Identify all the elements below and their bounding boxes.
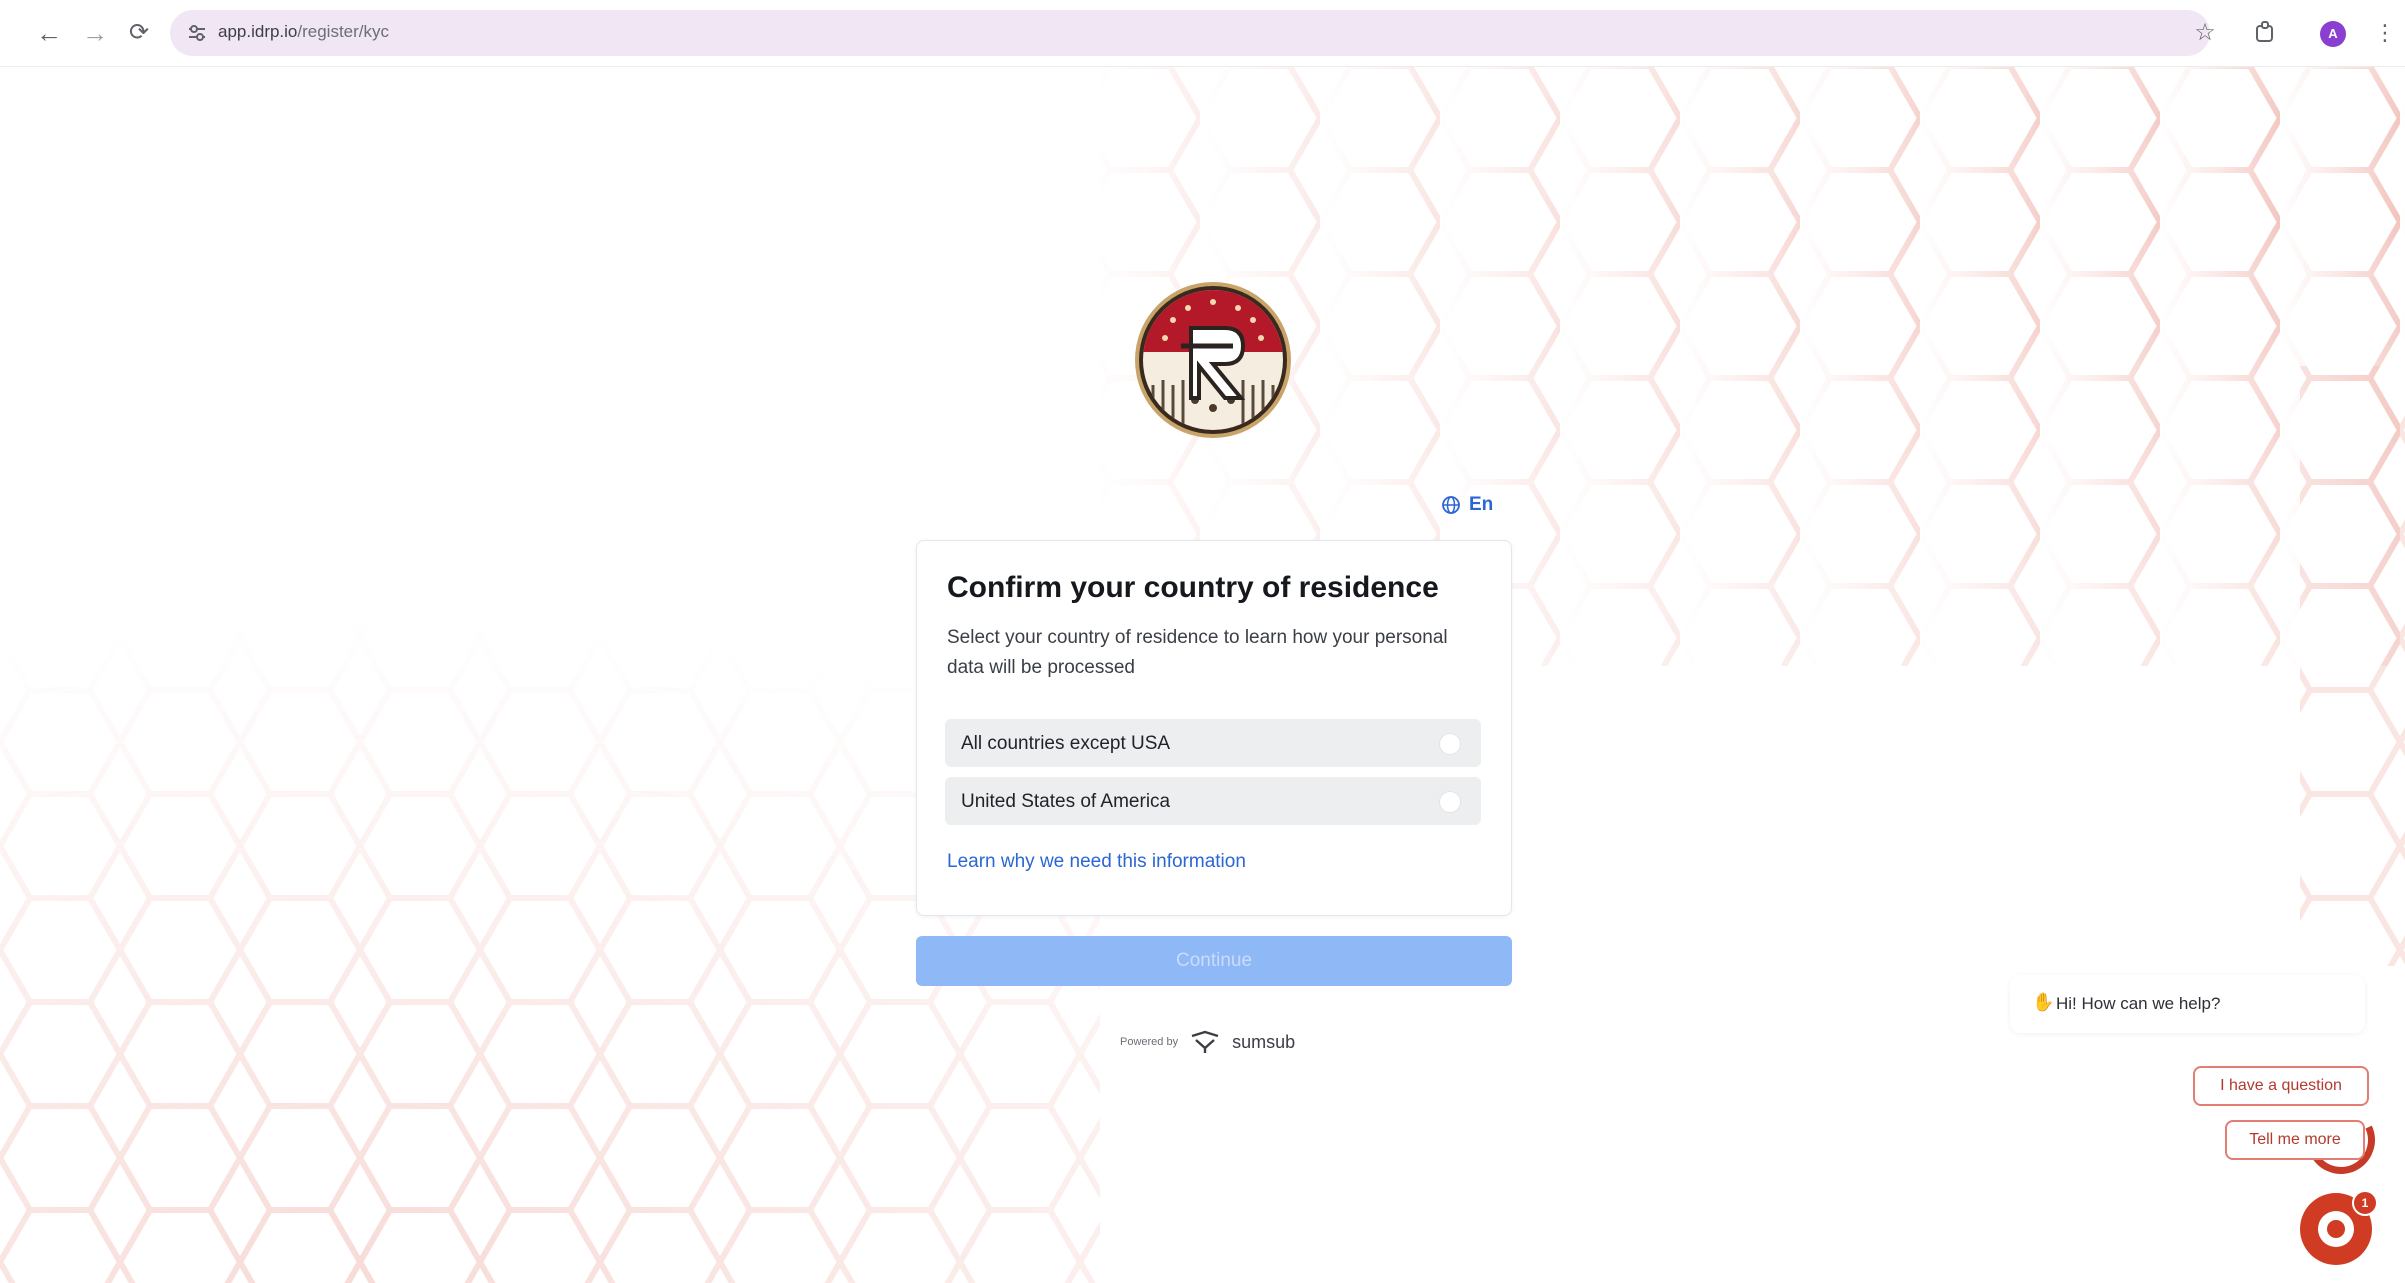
powered-by-text: Powered by [1120, 1036, 1179, 1048]
radio-button[interactable] [1439, 791, 1461, 813]
sumsub-logo-icon [1191, 1030, 1219, 1053]
language-label: En [1469, 494, 1494, 515]
chat-chip-question[interactable]: I have a question [2193, 1066, 2369, 1106]
chat-chip-tell-more[interactable]: Tell me more [2225, 1120, 2365, 1160]
url-path: /register/kyc [297, 22, 390, 41]
option-all-countries[interactable]: All countries except USA [945, 719, 1481, 767]
url-text: app.idrp.io/register/kyc [218, 22, 389, 42]
brand-name: sumsub [1232, 1031, 1296, 1052]
waving-hand-icon: ✋ [2032, 992, 2055, 1012]
learn-why-link[interactable]: Learn why we need this information [947, 851, 1246, 873]
address-bar[interactable]: app.idrp.io/register/kyc [170, 10, 2210, 56]
extensions-icon[interactable] [2250, 18, 2280, 48]
option-label: United States of America [961, 791, 1171, 812]
bookmark-star-icon[interactable]: ☆ [2190, 18, 2220, 48]
country-card: Confirm your country of residence Select… [916, 540, 1512, 916]
company-logo [1135, 282, 1291, 438]
url-host: app.idrp.io [218, 22, 298, 41]
language-selector[interactable]: En [1441, 491, 1493, 519]
powered-by: Powered by sumsub [1120, 1030, 1295, 1054]
chat-notification-badge: 1 [2352, 1190, 2378, 1216]
menu-kebab-icon[interactable]: ⋮ [2370, 18, 2400, 48]
option-label: All countries except USA [961, 733, 1171, 754]
page-title: Confirm your country of residence [947, 571, 1439, 604]
card-description: Select your country of residence to lear… [947, 627, 1448, 678]
radio-button[interactable] [1439, 733, 1461, 755]
chat-icon [2318, 1211, 2354, 1247]
chat-greeting-bubble: ✋ Hi! How can we help? [2010, 975, 2365, 1033]
site-settings-icon[interactable] [184, 20, 210, 46]
browser-toolbar: ← → ⟳ app.idrp.io/register/kyc ☆ A ⋮ [0, 0, 2405, 67]
chat-greeting-text: Hi! How can we help? [2056, 994, 2221, 1013]
back-arrow-icon[interactable]: ← [34, 18, 64, 48]
forward-arrow-icon[interactable]: → [80, 18, 110, 48]
profile-avatar[interactable]: A [2320, 21, 2346, 47]
continue-button[interactable]: Continue [916, 936, 1512, 986]
option-usa[interactable]: United States of America [945, 777, 1481, 825]
reload-icon[interactable]: ⟳ [124, 18, 154, 48]
globe-icon [1442, 496, 1460, 514]
